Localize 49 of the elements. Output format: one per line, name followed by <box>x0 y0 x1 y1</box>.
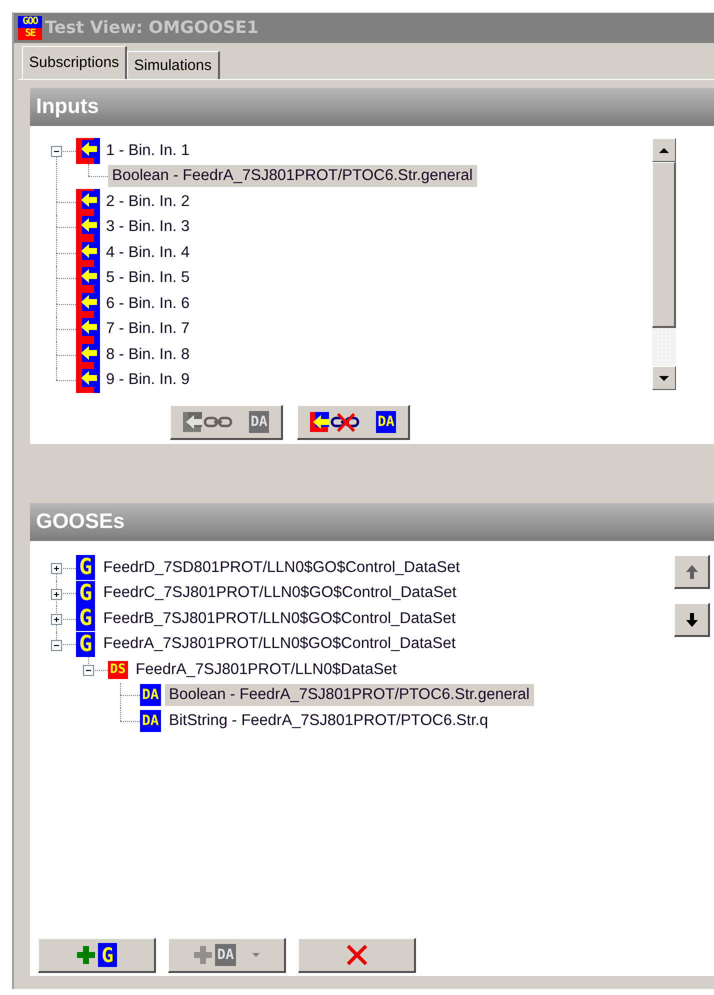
goose-tag: G <box>76 580 96 606</box>
tree-item[interactable]: Boolean - FeedrA_7SJ801PROT/PTOC6.Str.general <box>164 684 534 706</box>
caret-icon <box>252 952 260 958</box>
window-title: Test View: OMGOOSE1 <box>45 18 259 38</box>
tree-item[interactable]: 4 - Bin. In. 4 <box>102 242 194 264</box>
tree-item[interactable]: 5 - Bin. In. 5 <box>102 267 194 290</box>
arrow-down-icon <box>684 612 698 628</box>
section-header: GOOSEs <box>30 503 714 541</box>
attribute-tag: DA <box>140 684 161 706</box>
tree-item[interactable]: 9 - Bin. In. 9 <box>102 369 194 392</box>
tree-item[interactable]: 1 - Bin. In. 1 <box>102 140 194 162</box>
expander-icon[interactable] <box>83 665 94 676</box>
attribute-tag: DA <box>140 710 161 732</box>
unlink-button[interactable]: DA <box>297 405 410 440</box>
section-header: Inputs <box>30 88 714 126</box>
tree-item[interactable]: 3 - Bin. In. 3 <box>102 216 194 238</box>
close-icon <box>344 944 368 966</box>
tree-item[interactable]: FeedrA_7SJ801PROT/LLN0$GO$Control_DataSet <box>99 633 460 656</box>
expander-icon[interactable] <box>51 614 62 625</box>
scroll-down-button[interactable] <box>652 366 676 390</box>
delete-button[interactable] <box>298 938 416 973</box>
scrollbar[interactable] <box>652 138 676 390</box>
tree-item[interactable]: 7 - Bin. In. 7 <box>102 318 194 340</box>
dataset-tag: DS <box>108 660 128 679</box>
tree-item[interactable]: FeedrA_7SJ801PROT/LLN0$DataSet <box>132 658 401 681</box>
expander-icon[interactable] <box>51 588 62 600</box>
goose-tag: G <box>76 555 96 580</box>
arrow-up-icon <box>684 564 698 580</box>
tree-item[interactable]: 6 - Bin. In. 6 <box>102 292 194 315</box>
plus-icon <box>193 945 214 965</box>
tree-item[interactable]: FeedrC_7SJ801PROT/LLN0$GO$Control_DataSet <box>99 582 460 604</box>
add-goose-button[interactable]: G <box>38 938 156 973</box>
expander-icon[interactable] <box>51 640 62 650</box>
scroll-up-button[interactable] <box>652 138 676 162</box>
tree-item[interactable]: FeedrB_7SJ801PROT/LLN0$GO$Control_DataSet <box>99 608 460 630</box>
tree-item[interactable]: 2 - Bin. In. 2 <box>102 190 194 213</box>
move-down-button[interactable] <box>674 603 710 637</box>
tree-item[interactable]: 8 - Bin. In. 8 <box>102 344 194 366</box>
goose-tag: G <box>76 606 96 632</box>
tree-item[interactable]: FeedrD_7SD801PROT/LLN0$GO$Control_DataSet <box>99 556 464 579</box>
tree-item[interactable]: BitString - FeedrA_7SJ801PROT/PTOC6.Str.q <box>164 710 492 732</box>
tab[interactable]: Simulations <box>127 51 220 79</box>
tree-item[interactable]: Boolean - FeedrA_7SJ801PROT/PTOC6.Str.general <box>108 165 477 188</box>
expander-icon[interactable] <box>51 146 62 157</box>
plus-icon <box>76 945 96 965</box>
scrollbar-thumb[interactable] <box>652 162 676 328</box>
goose-tag: G <box>76 632 96 657</box>
tab[interactable]: Subscriptions <box>22 46 128 79</box>
expander-icon[interactable] <box>51 563 62 574</box>
